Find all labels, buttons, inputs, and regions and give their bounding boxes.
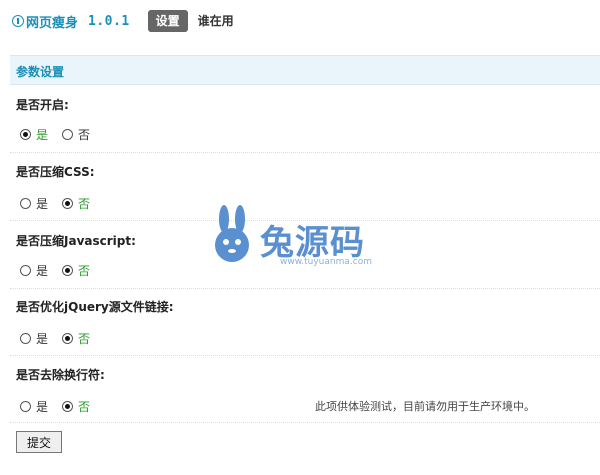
- radio-group-optimize-jquery: 是 否: [20, 330, 104, 347]
- radio-button-checked[interactable]: [62, 265, 74, 276]
- radio-button-checked[interactable]: [62, 198, 74, 209]
- radio-button[interactable]: [20, 401, 31, 412]
- radio-button-checked[interactable]: [62, 401, 74, 412]
- radio-label: 否: [78, 197, 91, 211]
- radio-option-yes[interactable]: 是: [20, 262, 48, 279]
- radio-label: 是: [36, 128, 49, 142]
- app-title: 网页瘦身 1.0.1: [12, 12, 130, 31]
- setting-enable: 是否开启: 是 否: [10, 86, 600, 153]
- radio-button-checked[interactable]: [62, 333, 74, 344]
- tab-bar: 设置 谁在用: [147, 10, 242, 32]
- radio-label: 是: [36, 197, 49, 211]
- radio-button[interactable]: [20, 198, 31, 209]
- radio-option-yes[interactable]: 是: [20, 195, 48, 212]
- radio-option-yes[interactable]: 是: [20, 330, 48, 347]
- setting-label: 是否压缩Javascript:: [16, 234, 136, 248]
- radio-label: 是: [36, 264, 49, 278]
- tab-who-uses[interactable]: 谁在用: [190, 10, 242, 32]
- radio-button[interactable]: [20, 333, 31, 344]
- section-title: 参数设置: [16, 65, 65, 79]
- radio-button[interactable]: [62, 129, 74, 140]
- radio-label: 是: [36, 332, 49, 346]
- radio-group-compress-js: 是 否: [20, 262, 104, 279]
- tab-settings[interactable]: 设置: [147, 10, 188, 32]
- radio-label: 否: [78, 264, 91, 278]
- setting-label: 是否去除换行符:: [16, 368, 105, 382]
- setting-label: 是否优化jQuery源文件链接:: [16, 300, 174, 314]
- setting-compress-css: 是否压缩CSS: 是 否: [10, 153, 600, 221]
- setting-optimize-jquery: 是否优化jQuery源文件链接: 是 否: [10, 289, 600, 356]
- radio-option-no[interactable]: 否: [62, 398, 90, 415]
- radio-group-compress-css: 是 否: [20, 195, 104, 212]
- setting-label: 是否开启:: [16, 98, 69, 112]
- section-header: 参数设置: [10, 55, 600, 85]
- experimental-note: 此项供体验测试，目前请勿用于生产环境中。: [315, 400, 535, 413]
- radio-label: 否: [78, 128, 91, 142]
- radio-option-no[interactable]: 否: [62, 262, 90, 279]
- app-header: 网页瘦身 1.0.1 设置 谁在用: [12, 8, 242, 34]
- radio-group-enable: 是 否: [20, 126, 104, 143]
- info-icon: [12, 15, 24, 27]
- radio-label: 否: [78, 332, 91, 346]
- app-version: 1.0.1: [88, 13, 130, 29]
- radio-option-no[interactable]: 否: [62, 126, 90, 143]
- radio-option-no[interactable]: 否: [62, 195, 90, 212]
- setting-label: 是否压缩CSS:: [16, 165, 95, 179]
- radio-button-checked[interactable]: [20, 129, 31, 140]
- radio-label: 否: [78, 400, 91, 414]
- radio-group-remove-newlines: 是 否: [20, 398, 104, 415]
- radio-option-yes[interactable]: 是: [20, 398, 48, 415]
- radio-label: 是: [36, 400, 49, 414]
- radio-option-no[interactable]: 否: [62, 330, 90, 347]
- setting-compress-js: 是否压缩Javascript: 是 否: [10, 221, 600, 289]
- radio-option-yes[interactable]: 是: [20, 126, 48, 143]
- submit-button[interactable]: 提交: [16, 431, 62, 453]
- radio-button[interactable]: [20, 265, 31, 276]
- app-name: 网页瘦身: [26, 15, 79, 31]
